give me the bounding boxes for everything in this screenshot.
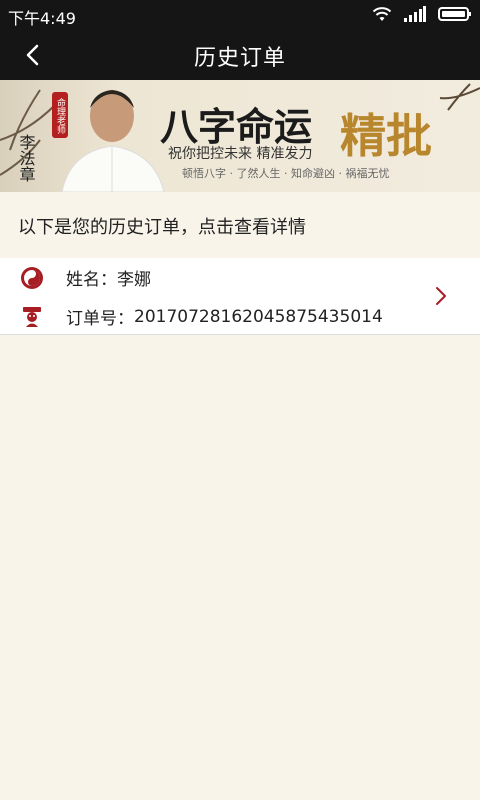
banner-role: 命理老师	[55, 97, 66, 135]
status-icons	[372, 6, 472, 22]
wifi-icon	[372, 7, 392, 21]
fortune-god-icon	[23, 306, 41, 327]
promo-banner[interactable]: 八字命运 精批 祝你把控未来 精准发力 顿悟八字 · 了然人生 · 知命避凶 ·…	[0, 80, 480, 192]
title-bar: 历史订单	[0, 30, 480, 80]
order-value: 20170728162045875435014	[134, 306, 383, 327]
battery-icon	[438, 7, 471, 21]
chevron-right-icon[interactable]	[434, 285, 448, 307]
order-label: 订单号：	[66, 309, 134, 329]
status-bar: 下午4:49	[0, 0, 480, 30]
banner-art: 八字命运 精批 祝你把控未来 精准发力 顿悟八字 · 了然人生 · 知命避凶 ·…	[0, 80, 480, 192]
banner-highlight: 精批	[340, 109, 432, 163]
status-time: 下午4:49	[8, 9, 76, 28]
signal-icon	[404, 6, 426, 22]
banner-name: 李法章	[17, 134, 36, 182]
banner-tagline: 顿悟八字 · 了然人生 · 知命避凶 · 祸福无忧	[182, 166, 389, 180]
name-label: 姓名：	[66, 270, 117, 290]
name-value: 李娜	[117, 270, 151, 290]
order-name-row: 姓名： 李娜	[20, 265, 151, 290]
intro-text: 以下是您的历史订单，点击查看详情	[18, 217, 306, 238]
banner-headline: 八字命运	[160, 104, 312, 149]
yinyang-icon	[21, 266, 43, 289]
order-item[interactable]: 姓名： 李娜 订单号： 20170728162045875435014	[0, 258, 480, 335]
banner-slogan: 祝你把控未来 精准发力	[168, 146, 312, 162]
order-number-row: 订单号： 20170728162045875435014	[20, 304, 383, 329]
page-title: 历史订单	[193, 46, 286, 71]
